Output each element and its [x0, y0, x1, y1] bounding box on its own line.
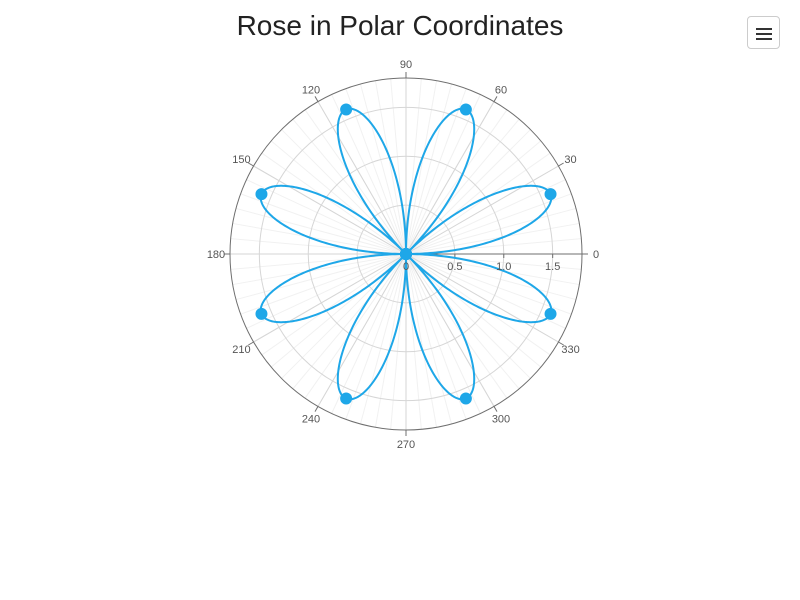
angular-tick-label: 60: [495, 84, 507, 96]
angular-tick-mark: [493, 406, 498, 412]
data-point-marker: [459, 392, 472, 405]
data-point-marker: [340, 103, 353, 116]
angular-tick-label: 240: [302, 414, 320, 426]
data-point-marker: [544, 307, 557, 320]
radial-tick-label: 0: [403, 261, 409, 273]
angular-tick-label: 210: [232, 344, 250, 356]
angular-tick-mark: [493, 96, 498, 102]
radial-tick-label: 1.0: [496, 261, 511, 273]
angular-tick-mark: [558, 162, 564, 167]
angular-tick-label: 90: [400, 59, 412, 71]
data-point-marker: [544, 188, 557, 201]
angular-tick-label: 300: [492, 414, 510, 426]
data-point-marker: [459, 103, 472, 116]
radial-tick-label: 0.5: [447, 261, 462, 273]
data-point-marker: [340, 392, 353, 405]
angular-tick-label: 120: [302, 84, 320, 96]
angular-tick-label: 180: [207, 249, 225, 261]
angular-tick-label: 330: [561, 344, 579, 356]
angular-tick-mark: [314, 96, 319, 102]
data-point-marker: [255, 188, 268, 201]
angular-tick-mark: [314, 406, 319, 412]
angular-tick-label: 270: [397, 439, 415, 451]
radial-tick-label: 1.5: [545, 261, 560, 273]
angular-tick-label: 30: [564, 154, 576, 166]
data-point-marker: [400, 248, 412, 260]
data-point-marker: [255, 307, 268, 320]
angular-tick-label: 150: [232, 154, 250, 166]
angular-tick-label: 0: [593, 249, 599, 261]
polar-chart: 0 30 60 90 120 150 180 210 240 270 300 330 0 0.5 1.0 1.…: [207, 59, 599, 451]
